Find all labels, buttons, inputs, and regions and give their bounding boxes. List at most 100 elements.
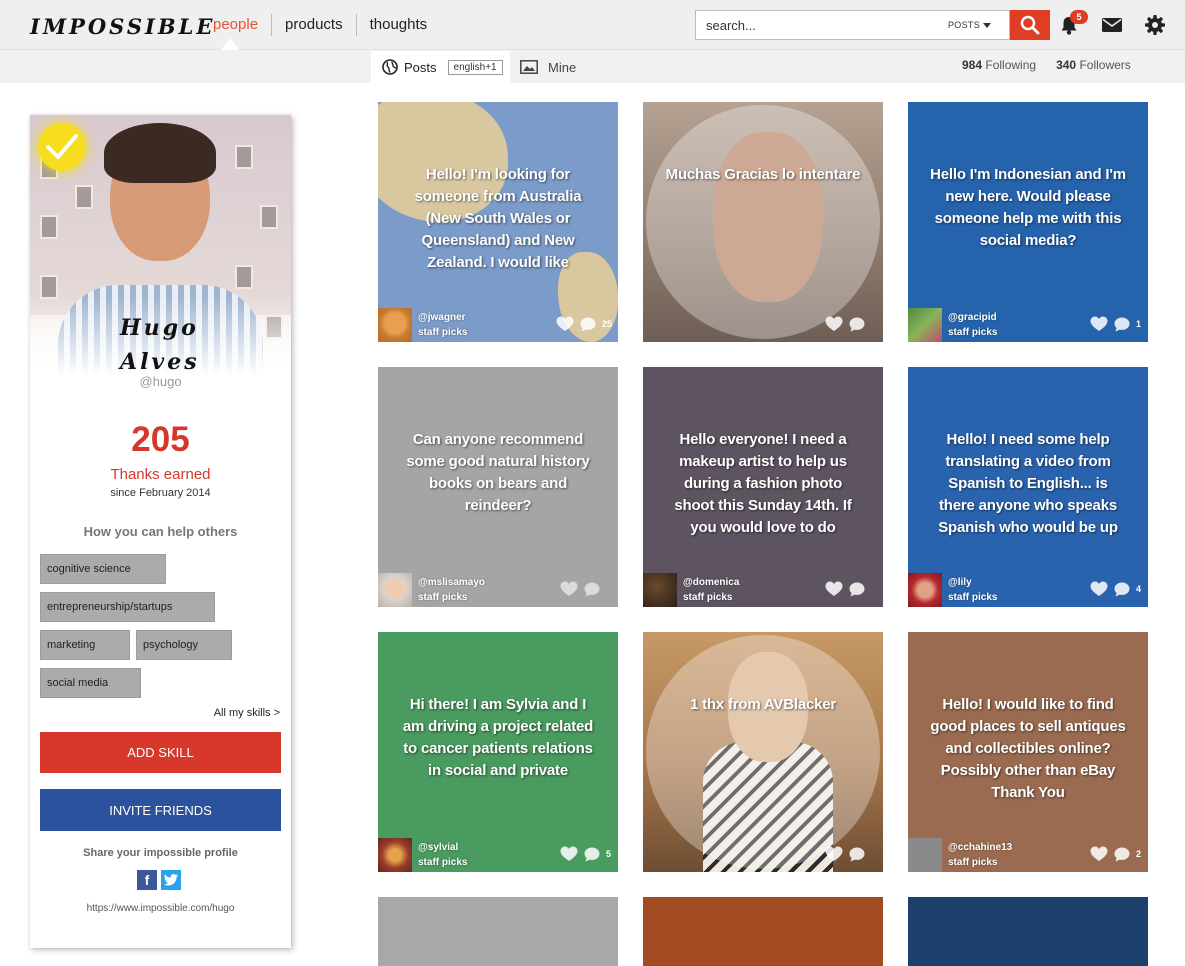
logo[interactable]: IMPOSSIBLE — [30, 14, 215, 39]
post-text: Hello everyone! I need a makeup artist t… — [674, 431, 852, 536]
user-avatar[interactable] — [378, 573, 412, 607]
invite-friends-button[interactable]: INVITE FRIENDS — [40, 789, 281, 831]
post-card[interactable] — [908, 897, 1148, 966]
verified-check-icon — [38, 123, 86, 171]
thanks-icon[interactable] — [1090, 581, 1108, 597]
thanks-count: 205 — [131, 420, 190, 459]
post-tag: staff picks — [418, 592, 468, 603]
user-avatar[interactable] — [378, 308, 412, 342]
comment-icon[interactable] — [849, 582, 865, 597]
globe-icon — [382, 59, 398, 75]
search-input[interactable] — [696, 11, 941, 39]
thanks-icon[interactable] — [825, 581, 843, 597]
user-avatar[interactable] — [378, 838, 412, 872]
post-card[interactable]: Can anyone recommend some good natural h… — [378, 367, 618, 607]
post-card[interactable]: Hello! I'm looking for someone from Aust… — [378, 102, 618, 342]
post-username[interactable]: @mslisamayo — [418, 575, 485, 590]
skill-tag[interactable]: entrepreneurship/startups — [40, 592, 215, 622]
post-author: @jwagner staff picks — [418, 310, 467, 340]
post-card[interactable]: Hello! I need some help translating a vi… — [908, 367, 1148, 607]
post-card[interactable]: Hello! I would like to find good places … — [908, 632, 1148, 872]
comment-icon[interactable] — [580, 317, 596, 332]
comment-icon[interactable] — [1114, 317, 1130, 332]
skill-tag[interactable]: social media — [40, 668, 141, 698]
comment-icon[interactable] — [584, 847, 600, 862]
post-card[interactable] — [643, 897, 883, 966]
post-actions — [825, 845, 877, 863]
thanks-icon[interactable] — [560, 581, 578, 597]
comment-count: 4 — [1136, 584, 1142, 594]
post-username[interactable]: @domenica — [683, 575, 739, 590]
post-card[interactable] — [378, 897, 618, 966]
post-author: @mslisamayo staff picks — [418, 575, 485, 605]
thanks-icon[interactable] — [825, 316, 843, 332]
gear-icon — [1145, 15, 1165, 35]
comment-count: 1 — [1136, 319, 1142, 329]
post-username[interactable]: @jwagner — [418, 310, 467, 325]
post-card[interactable]: Hello I'm Indonesian and I'm new here. W… — [908, 102, 1148, 342]
post-card[interactable]: 1 thx from AVBlacker — [643, 632, 883, 872]
post-username[interactable]: @cchahine13 — [948, 840, 1012, 855]
user-avatar[interactable] — [908, 838, 942, 872]
skill-tag[interactable]: cognitive science — [40, 554, 166, 584]
thanks-icon[interactable] — [825, 846, 843, 862]
profile-handle: @hugo — [139, 374, 182, 389]
post-text: Hello I'm Indonesian and I'm new here. W… — [930, 166, 1126, 249]
following-link[interactable]: 984 Following — [962, 58, 1036, 72]
post-username[interactable]: @gracipid — [948, 310, 997, 325]
user-avatar[interactable] — [908, 308, 942, 342]
user-avatar[interactable] — [643, 573, 677, 607]
comment-icon[interactable] — [1114, 847, 1130, 862]
profile-photo[interactable]: Hugo Alves — [30, 115, 291, 383]
post-card[interactable]: Hello everyone! I need a makeup artist t… — [643, 367, 883, 607]
share-profile-text: Share your impossible profile — [83, 847, 238, 859]
post-tag: staff picks — [948, 857, 998, 868]
post-username[interactable]: @lily — [948, 575, 997, 590]
nav-thoughts[interactable]: thoughts — [357, 14, 441, 36]
photo-overlay-circle — [646, 105, 880, 339]
post-tag: staff picks — [683, 592, 733, 603]
facebook-icon[interactable]: f — [137, 870, 157, 890]
search-filter-label: POSTS — [948, 20, 981, 30]
post-tag: staff picks — [418, 327, 468, 338]
first-name: Hugo — [120, 315, 199, 341]
skill-tag[interactable]: marketing — [40, 630, 130, 660]
post-card[interactable]: Muchas Gracias lo intentare — [643, 102, 883, 342]
post-card[interactable]: Hi there! I am Sylvia and I am driving a… — [378, 632, 618, 872]
window — [235, 265, 253, 289]
language-badge[interactable]: english+1 — [447, 59, 503, 75]
window — [260, 205, 278, 229]
image-icon — [520, 60, 538, 74]
thanks-icon[interactable] — [556, 316, 574, 332]
comment-icon[interactable] — [1114, 582, 1130, 597]
comment-icon[interactable] — [584, 582, 600, 597]
nav-people[interactable]: people — [200, 14, 273, 36]
post-author: @sylvial staff picks — [418, 840, 467, 870]
thanks-icon[interactable] — [560, 846, 578, 862]
thanks-icon[interactable] — [1090, 316, 1108, 332]
all-skills-link[interactable]: All my skills > — [214, 707, 280, 719]
user-avatar[interactable] — [908, 573, 942, 607]
window — [75, 185, 93, 209]
comment-icon[interactable] — [849, 847, 865, 862]
post-actions: 2 — [1090, 845, 1142, 863]
post-text: Hello! I need some help translating a vi… — [938, 431, 1118, 536]
thanks-icon[interactable] — [1090, 846, 1108, 862]
search-filter-dropdown[interactable]: POSTS — [948, 11, 992, 39]
skill-tag[interactable]: psychology — [136, 630, 232, 660]
comment-icon[interactable] — [849, 317, 865, 332]
settings-button[interactable] — [1144, 14, 1166, 36]
add-skill-button[interactable]: ADD SKILL — [40, 732, 281, 773]
post-tag: staff picks — [418, 857, 468, 868]
twitter-icon[interactable] — [161, 870, 181, 890]
messages-button[interactable] — [1101, 14, 1123, 36]
post-username[interactable]: @sylvial — [418, 840, 467, 855]
tab-mine[interactable]: Mine — [520, 51, 576, 83]
search-button[interactable] — [1010, 10, 1050, 40]
nav-products[interactable]: products — [272, 14, 357, 36]
tab-posts[interactable]: Posts english+1 — [371, 51, 510, 83]
followers-link[interactable]: 340 Followers — [1056, 58, 1131, 72]
notification-badge: 5 — [1070, 10, 1088, 24]
profile-url[interactable]: https://www.impossible.com/hugo — [30, 903, 291, 914]
hair — [104, 123, 216, 183]
